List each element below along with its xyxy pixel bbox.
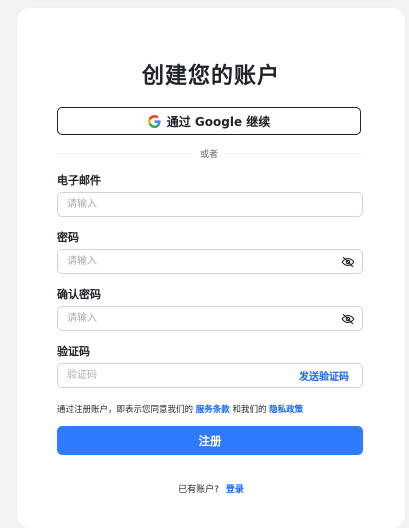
login-link[interactable]: 登录 <box>226 485 244 495</box>
password-field[interactable] <box>58 250 341 273</box>
divider-line-right <box>226 152 362 154</box>
register-button[interactable]: 注册 <box>57 426 363 455</box>
google-icon <box>147 114 161 128</box>
signup-card: 创建您的账户 通过 Google 继续 或者 电子邮件 密码 确认密码 <box>17 8 405 528</box>
or-divider: 或者 <box>57 147 362 160</box>
password-label: 密码 <box>57 231 79 244</box>
page-title: 创建您的账户 <box>141 64 280 89</box>
verification-code-field[interactable] <box>58 364 299 387</box>
agreement-text: 通过注册账户，即表示您同意我们的 服务条款 和我们的 隐私政策 <box>57 403 303 415</box>
agreement-prefix: 通过注册账户，即表示您同意我们的 <box>57 405 194 415</box>
google-button-label: 通过 Google 继续 <box>166 114 271 129</box>
password-field-box <box>57 249 363 274</box>
email-label: 电子邮件 <box>57 174 101 187</box>
divider-line-left <box>57 152 192 154</box>
divider-text: 或者 <box>200 149 219 160</box>
confirm-password-field-box <box>57 306 363 331</box>
verification-code-field-box: 发送验证码 <box>57 363 363 388</box>
google-signin-button[interactable]: 通过 Google 继续 <box>57 107 361 135</box>
confirm-password-label: 确认密码 <box>57 288 101 301</box>
email-field[interactable] <box>58 193 362 216</box>
login-question: 已有账户? <box>178 485 219 495</box>
agreement-middle: 和我们的 <box>232 405 267 415</box>
terms-link[interactable]: 服务条款 <box>196 405 230 415</box>
privacy-link[interactable]: 隐私政策 <box>269 405 303 415</box>
eye-off-icon[interactable] <box>341 312 355 326</box>
email-field-box <box>57 192 363 217</box>
verification-code-label: 验证码 <box>57 345 90 358</box>
eye-off-icon[interactable] <box>341 255 355 269</box>
send-code-button[interactable]: 发送验证码 <box>299 368 349 383</box>
confirm-password-field[interactable] <box>58 307 341 330</box>
login-prompt: 已有账户? 登录 <box>17 482 405 495</box>
